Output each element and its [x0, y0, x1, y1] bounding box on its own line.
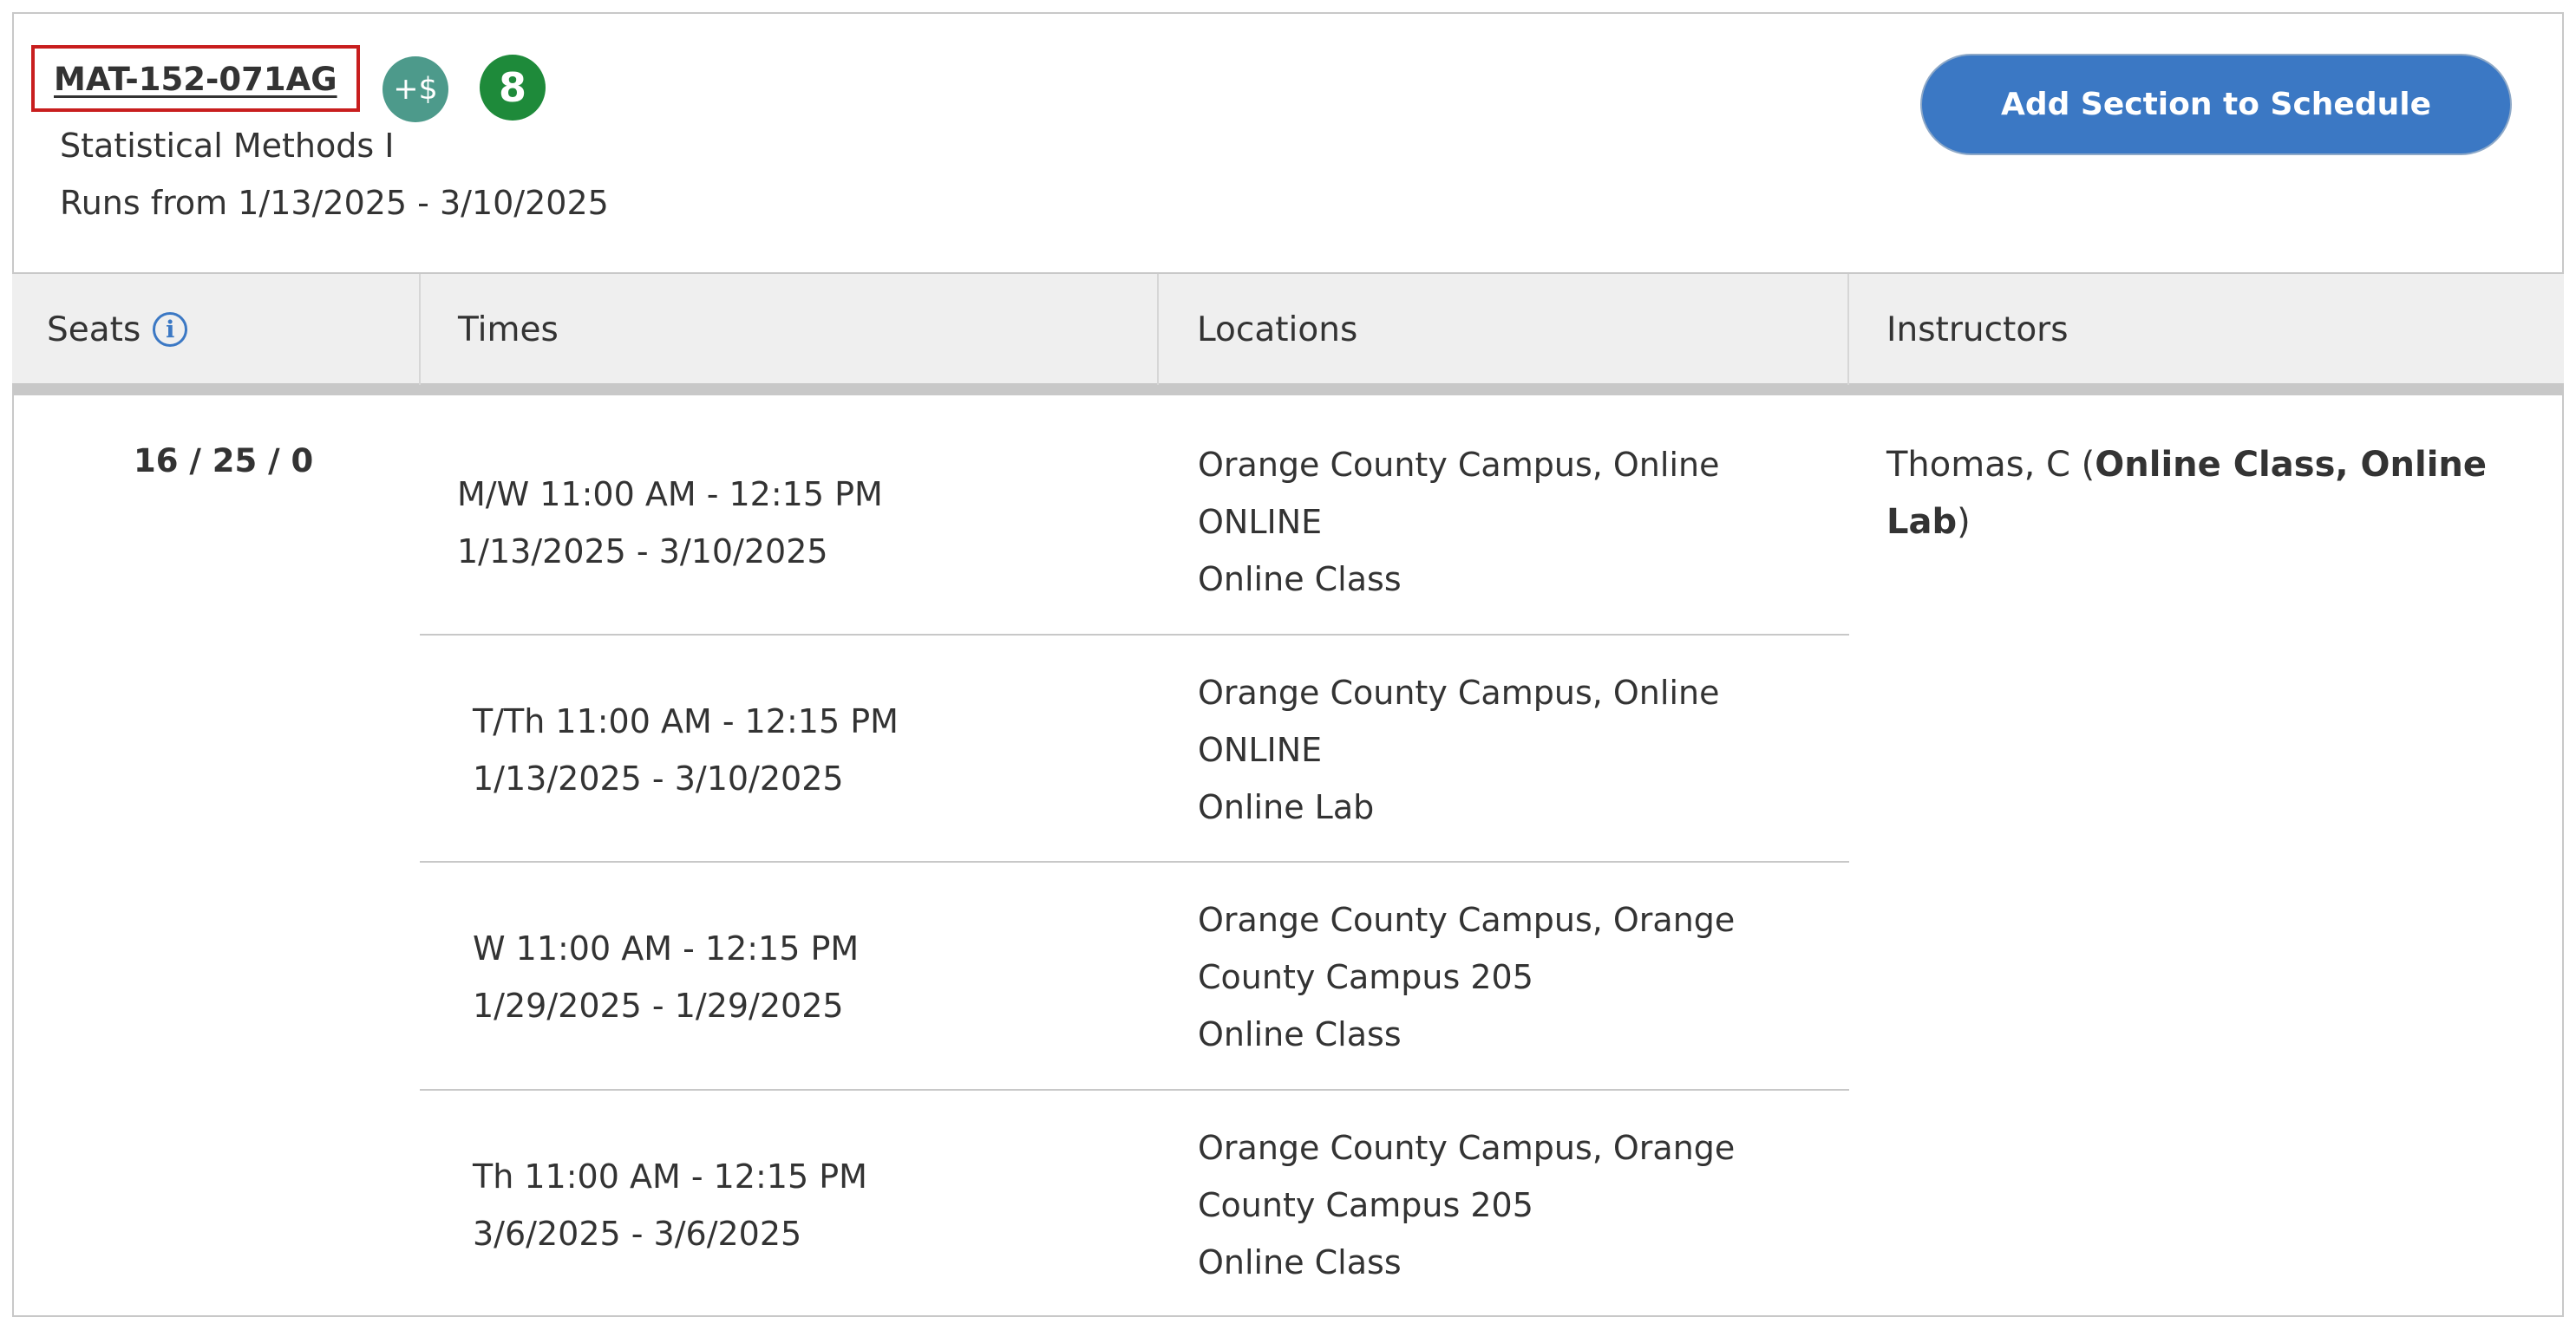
- instructor-suffix: ): [1957, 502, 1971, 542]
- meeting-location: Orange County Campus, Online ONLINE Onli…: [1198, 664, 1719, 836]
- meeting-time: W 11:00 AM - 12:15 PM 1/29/2025 - 1/29/2…: [473, 920, 859, 1034]
- header-divider: [1847, 274, 1849, 385]
- header-divider: [419, 274, 421, 385]
- location-room: County Campus 205: [1198, 958, 1533, 996]
- meeting-dates: 1/13/2025 - 3/10/2025: [473, 760, 844, 798]
- header-times: Times: [458, 310, 559, 349]
- instructor-cell: Thomas, C (Online Class, Online Lab): [1886, 436, 2494, 551]
- meeting-location: Orange County Campus, Orange County Camp…: [1198, 891, 1735, 1063]
- header-divider: [1157, 274, 1159, 385]
- info-icon[interactable]: i: [153, 312, 188, 347]
- meeting-days-time: Th 11:00 AM - 12:15 PM: [473, 1157, 867, 1196]
- count-badge: 8: [480, 55, 546, 121]
- location-room: ONLINE: [1198, 503, 1323, 541]
- location-campus: Orange County Campus, Online: [1198, 674, 1720, 712]
- header-instructors: Instructors: [1886, 310, 2069, 349]
- meeting-location: Orange County Campus, Online ONLINE Onli…: [1198, 436, 1719, 608]
- seats-value: 16 / 25 / 0: [134, 442, 314, 479]
- header-locations: Locations: [1197, 310, 1358, 349]
- course-run-dates: Runs from 1/13/2025 - 3/10/2025: [60, 184, 609, 222]
- fee-plus-dollar-icon[interactable]: +$: [382, 56, 448, 122]
- meeting-dates: 3/6/2025 - 3/6/2025: [473, 1215, 802, 1253]
- location-type: Online Class: [1198, 1243, 1402, 1281]
- meeting-time: T/Th 11:00 AM - 12:15 PM 1/13/2025 - 3/1…: [473, 693, 899, 807]
- meeting-dates: 1/13/2025 - 3/10/2025: [457, 532, 828, 570]
- row-divider: [420, 634, 1849, 636]
- course-code-link[interactable]: MAT-152-071AG: [31, 45, 360, 112]
- add-section-button[interactable]: Add Section to Schedule: [1920, 54, 2512, 155]
- instructor-name: Thomas, C (: [1886, 445, 2095, 485]
- location-room: County Campus 205: [1198, 1186, 1533, 1224]
- location-type: Online Class: [1198, 1015, 1402, 1053]
- meeting-days-time: T/Th 11:00 AM - 12:15 PM: [473, 702, 899, 740]
- course-title: Statistical Methods I: [60, 127, 395, 165]
- meeting-time: M/W 11:00 AM - 12:15 PM 1/13/2025 - 3/10…: [457, 466, 883, 580]
- location-type: Online Class: [1198, 560, 1402, 598]
- location-campus: Orange County Campus, Orange: [1198, 1129, 1736, 1167]
- location-campus: Orange County Campus, Online: [1198, 446, 1720, 484]
- table-header: Seats i Times Locations Instructors: [12, 272, 2564, 395]
- row-divider: [420, 1089, 1849, 1091]
- meeting-time: Th 11:00 AM - 12:15 PM 3/6/2025 - 3/6/20…: [473, 1148, 867, 1262]
- meeting-location: Orange County Campus, Orange County Camp…: [1198, 1119, 1735, 1291]
- row-divider: [420, 861, 1849, 863]
- meeting-days-time: W 11:00 AM - 12:15 PM: [473, 929, 860, 968]
- header-seats: Seats i: [47, 274, 188, 385]
- meeting-days-time: M/W 11:00 AM - 12:15 PM: [457, 475, 883, 513]
- location-room: ONLINE: [1198, 731, 1323, 769]
- header-seats-label: Seats: [47, 310, 141, 349]
- location-campus: Orange County Campus, Orange: [1198, 901, 1736, 939]
- location-type: Online Lab: [1198, 788, 1375, 826]
- meeting-dates: 1/29/2025 - 1/29/2025: [473, 987, 844, 1025]
